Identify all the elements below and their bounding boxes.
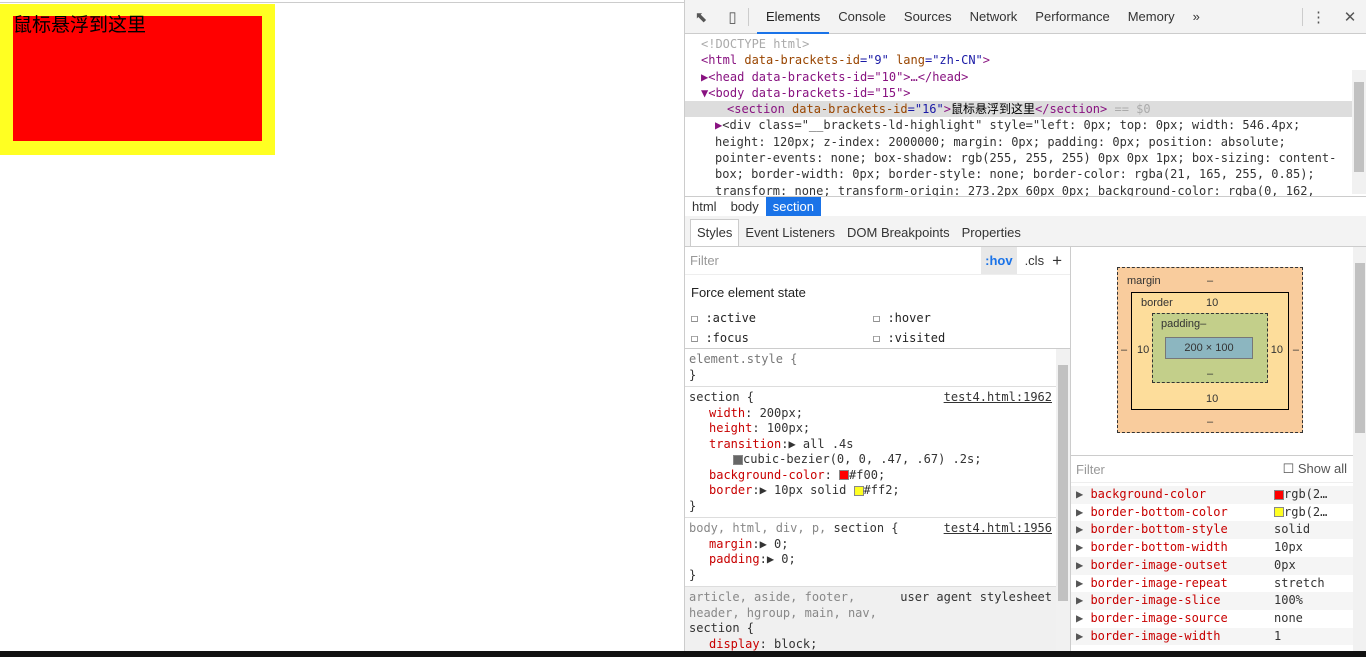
breadcrumb-html[interactable]: html [685,197,724,216]
div-node[interactable]: ▶<div class="__brackets-ld-highlight" st… [701,117,1366,133]
device-toggle-icon[interactable]: ▯ [717,7,749,26]
source-link[interactable]: test4.html:1956 [944,521,1052,537]
devtools-toolbar: ⬉ ▯ Elements Console Sources Network Per… [685,0,1366,34]
body-node[interactable]: ▼<body data-brackets-id="15"> [701,85,1366,101]
computed-property[interactable]: ▶ border-bottom-width 10px [1071,539,1353,557]
styles-subtabs: Styles Event Listeners DOM Breakpoints P… [685,216,1366,247]
computed-scrollbar[interactable] [1353,247,1366,651]
computed-property[interactable]: ▶ border-image-outset 0px [1071,556,1353,575]
tab-properties[interactable]: Properties [956,220,1027,246]
computed-property[interactable]: ▶ border-image-width 1 [1071,627,1353,646]
tab-dom-breakpoints[interactable]: DOM Breakpoints [841,220,956,246]
div-attr-line: height: 120px; z-index: 2000000; margin:… [715,134,1286,149]
tab-styles[interactable]: Styles [690,219,740,246]
html-node[interactable]: <html data-brackets-id="9" lang="zh-CN"> [701,52,1366,68]
computed-property[interactable]: ▶ background-color rgb(2… [1071,486,1353,504]
box-model-content: 200 × 100 [1165,337,1253,359]
computed-property[interactable]: ▶ border-image-slice 100% [1071,592,1353,610]
computed-property[interactable]: ▶ border-image-source none [1071,610,1353,628]
tab-sources[interactable]: Sources [895,0,961,34]
styles-scrollbar[interactable] [1056,349,1070,651]
color-swatch [1274,507,1284,518]
source-link[interactable]: test4.html:1962 [944,390,1052,406]
breadcrumb: html body section [685,196,1366,217]
dom-scrollbar[interactable] [1352,70,1366,194]
cls-button[interactable]: .cls [1017,253,1053,268]
head-node[interactable]: ▶<head data-brackets-id="10">…</head> [701,69,1366,85]
computed-pane: margin – – – – border 10 10 10 10 paddin… [1071,247,1366,651]
style-rules: element.style {} section {test4.html:196… [685,349,1070,651]
state-focus[interactable]: ☐ :focus [691,331,749,345]
force-state-section: Force element state ☐ :active ☐ :hover ☐… [685,275,1070,349]
hover-section[interactable]: 鼠标悬浮到这里 [0,4,275,155]
computed-properties: ▶ background-color rgb(2… ▶ border-bottom-… [1071,486,1353,646]
tab-performance[interactable]: Performance [1026,0,1118,34]
section-text: 鼠标悬浮到这里 [13,16,262,141]
box-model-padding: padding– – 200 × 100 [1152,313,1268,383]
tab-network[interactable]: Network [961,0,1027,34]
color-swatch-red[interactable] [839,470,850,480]
state-visited[interactable]: ☐ :visited [873,331,945,345]
more-tabs-button[interactable]: » [1184,0,1209,34]
add-rule-button[interactable]: + [1052,251,1070,271]
element-style-rule[interactable]: element.style {} [685,349,1056,387]
styles-filter[interactable]: Filter :hov .cls + [685,247,1070,275]
breadcrumb-section[interactable]: section [765,197,821,216]
taskbar-strip [0,651,1366,657]
div-attr-line: box; border-width: 0px; border-style: no… [715,167,1315,182]
state-active[interactable]: ☐ :active [691,311,756,325]
computed-property[interactable]: ▶ border-bottom-style solid [1071,521,1353,540]
force-state-label: Force element state [691,285,806,300]
dom-tree: <!DOCTYPE html> <html data-brackets-id="… [685,34,1366,196]
breadcrumb-body[interactable]: body [724,197,766,216]
tab-console[interactable]: Console [829,0,895,34]
computed-property[interactable]: ▶ border-bottom-color rgb(2… [1071,504,1353,522]
page-viewport: 鼠标悬浮到这里 [0,2,684,653]
color-swatch [1274,489,1284,500]
close-icon[interactable]: ✕ [1334,8,1366,26]
box-model-border: border 10 10 10 10 padding– – 200 × 100 [1131,292,1289,410]
devtools-panel: ⬉ ▯ Elements Console Sources Network Per… [684,0,1366,651]
computed-filter[interactable]: Filter ☐ Show all [1071,455,1353,483]
color-swatch-yellow[interactable] [853,485,864,496]
tab-event-listeners[interactable]: Event Listeners [739,220,841,246]
reset-rule[interactable]: body, html, div, p, section {test4.html:… [685,518,1056,587]
div-attr-line: transform: none; transform-origin: 273.2… [715,183,1315,196]
inspect-icon[interactable]: ⬉ [685,8,717,26]
box-model-margin: margin – – – – border 10 10 10 10 paddin… [1117,267,1303,433]
show-all-checkbox[interactable]: ☐ Show all [1283,461,1353,477]
tab-elements[interactable]: Elements [757,0,830,34]
div-attr-line: pointer-events: none; box-shadow: rgb(25… [715,151,1337,166]
hov-button[interactable]: :hov [981,247,1017,274]
section-node-selected[interactable]: <section data-brackets-id="16">鼠标悬浮到这里</… [685,101,1366,118]
styles-pane: Filter :hov .cls + Force element state ☐… [685,247,1071,651]
kebab-menu-icon[interactable]: ⋮ [1302,7,1334,26]
user-agent-rule: article, aside, footer, user agent styles… [685,587,1056,651]
section-rule[interactable]: section {test4.html:1962 width: 200px; h… [685,387,1056,518]
tab-memory[interactable]: Memory [1119,0,1184,34]
state-hover[interactable]: ☐ :hover [873,311,931,325]
doctype-node: <!DOCTYPE html> [701,37,810,51]
bezier-editor-icon[interactable] [733,454,743,465]
computed-property[interactable]: ▶ border-image-repeat stretch [1071,575,1353,593]
